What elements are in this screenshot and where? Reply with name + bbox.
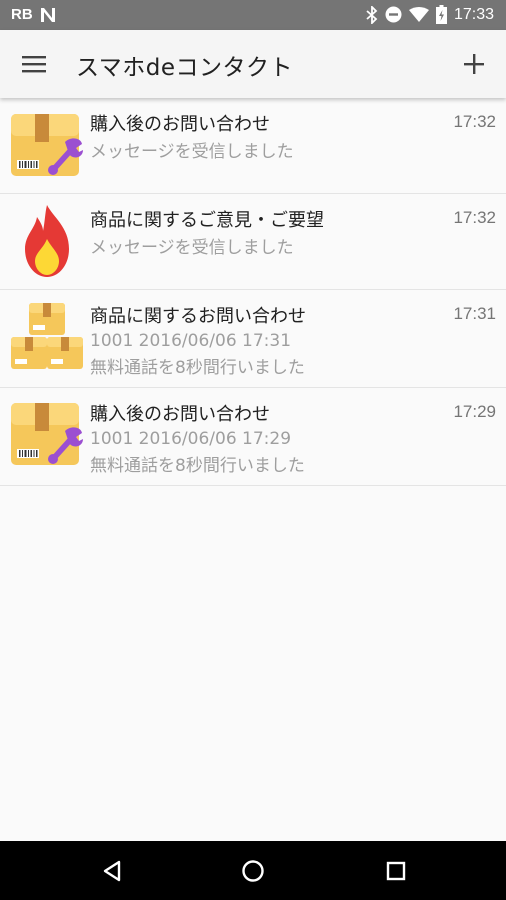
- thread-list: 購入後のお問い合わせ 17:32 メッセージを受信しました 商品に関するご意見・…: [0, 98, 506, 486]
- recents-button[interactable]: [376, 851, 416, 891]
- status-bar: RB 17:33: [0, 0, 506, 30]
- thread-row[interactable]: 商品に関するお問い合わせ 17:31 1001 2016/06/06 17:31…: [0, 290, 506, 388]
- bluetooth-icon: [366, 5, 378, 24]
- back-button[interactable]: [92, 851, 132, 891]
- thread-time: 17:32: [453, 112, 496, 131]
- flame-icon: [25, 205, 69, 277]
- thread-title: 商品に関するご意見・ご要望: [90, 210, 324, 231]
- thread-row[interactable]: 購入後のお問い合わせ 17:32 メッセージを受信しました: [0, 98, 506, 194]
- thread-line: 無料通話を8秒間行いました: [90, 358, 305, 378]
- thread-title: 商品に関するお問い合わせ: [90, 306, 306, 327]
- package-wrench-icon: [11, 114, 83, 176]
- thread-title: 購入後のお問い合わせ: [90, 404, 270, 425]
- carrier-label: RB: [11, 6, 33, 23]
- thread-time: 17:32: [453, 208, 496, 227]
- menu-button[interactable]: [14, 44, 54, 84]
- hamburger-menu-icon: [22, 56, 46, 73]
- do-not-disturb-icon: [385, 6, 402, 23]
- wifi-icon: [408, 6, 429, 22]
- app-bar: スマホdeコンタクト: [0, 30, 506, 98]
- stacked-boxes-icon: [11, 303, 83, 369]
- thread-time: 17:31: [453, 304, 496, 323]
- thread-line: 1001 2016/06/06 17:29: [90, 429, 292, 449]
- add-button[interactable]: [454, 44, 494, 84]
- thread-title: 購入後のお問い合わせ: [90, 114, 270, 135]
- thread-time: 17:29: [453, 402, 496, 421]
- thread-line: メッセージを受信しました: [90, 142, 294, 162]
- status-time: 17:33: [453, 5, 494, 23]
- navigation-bar: [0, 841, 506, 900]
- package-wrench-icon: [11, 403, 83, 465]
- home-icon: [242, 860, 264, 882]
- thread-line: メッセージを受信しました: [90, 238, 294, 258]
- thread-line: 1001 2016/06/06 17:31: [90, 331, 292, 351]
- thread-row[interactable]: 商品に関するご意見・ご要望 17:32 メッセージを受信しました: [0, 194, 506, 290]
- status-right: 17:33: [366, 5, 494, 24]
- thread-line: 無料通話を8秒間行いました: [90, 456, 305, 476]
- app-title: スマホdeコンタクト: [76, 55, 294, 81]
- status-left: RB: [11, 6, 57, 23]
- plus-icon: [464, 54, 484, 74]
- notification-n-icon: [40, 7, 55, 22]
- home-button[interactable]: [233, 851, 273, 891]
- thread-row[interactable]: 購入後のお問い合わせ 17:29 1001 2016/06/06 17:29 無…: [0, 388, 506, 486]
- back-icon: [103, 860, 121, 882]
- recents-icon: [386, 861, 406, 881]
- battery-icon: [435, 5, 447, 24]
